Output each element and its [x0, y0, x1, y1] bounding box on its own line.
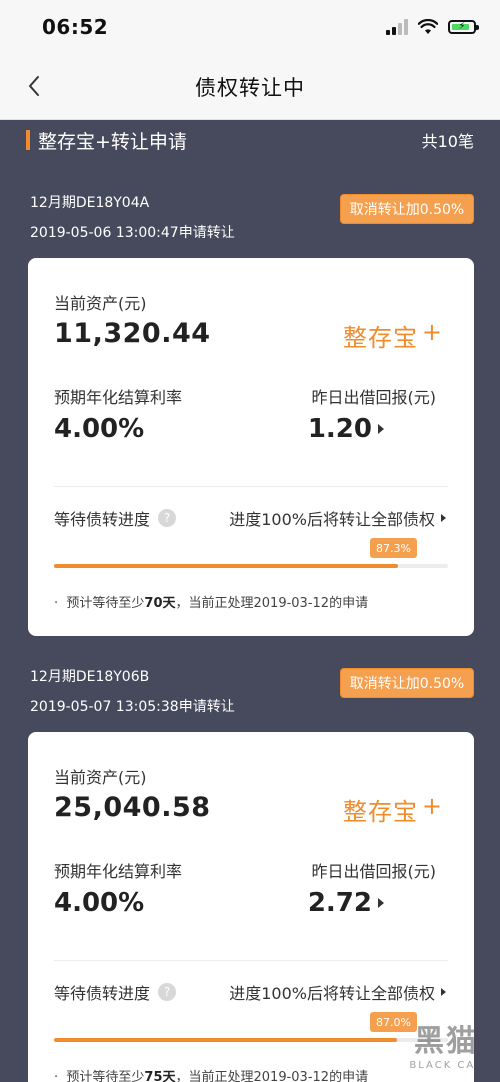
progress-label-row: 等待债转进度 ?	[54, 506, 177, 530]
progress-track	[54, 564, 448, 568]
rate-label: 预期年化结算利率	[54, 862, 183, 881]
progress-label: 等待债转进度	[54, 984, 151, 1003]
wait-note: · 预计等待至少75天，当前正处理2019-03-12的申请	[54, 1066, 368, 1082]
item-date: 2019-05-06 13:00:47申请转让	[30, 225, 235, 241]
wait-days: 70天	[144, 596, 176, 611]
product-plus: +	[421, 792, 442, 820]
battery-icon: ⚡	[448, 20, 479, 34]
progress-rule-text: 进度100%后将转让全部债权	[229, 510, 435, 529]
status-bar: 06:52 ⚡	[0, 0, 500, 54]
item-date: 2019-05-07 13:05:38申请转让	[30, 699, 235, 715]
asset-value: 25,040.58	[54, 792, 211, 823]
watermark-logo: 黑猫 BLACK CAT	[409, 1023, 483, 1071]
progress-fill	[54, 564, 398, 568]
progress-percent-tag: 87.3%	[370, 538, 417, 558]
asset-label: 当前资产(元)	[54, 768, 147, 787]
yesterday-return-link[interactable]: 2.72	[308, 888, 384, 918]
progress-fill	[54, 1038, 397, 1042]
section-count: 共10笔	[421, 132, 474, 151]
divider	[54, 960, 448, 961]
back-button[interactable]	[20, 72, 48, 100]
item-code: 12月期DE18Y04A	[30, 195, 150, 211]
caret-right-icon	[378, 898, 384, 908]
status-icons: ⚡	[386, 19, 479, 35]
transfer-card[interactable]: 当前资产(元) 11,320.44 整存宝 + 预期年化结算利率 4.00% 昨…	[28, 258, 474, 636]
status-time: 06:52	[42, 15, 109, 39]
asset-value: 11,320.44	[54, 318, 211, 349]
progress-track	[54, 1038, 448, 1042]
item-header: 12月期DE18Y04A 2019-05-06 13:00:47申请转让 取消转…	[0, 192, 500, 252]
item-code: 12月期DE18Y06B	[30, 669, 150, 685]
caret-right-icon	[441, 514, 446, 522]
page-title: 债权转让中	[195, 75, 305, 100]
chevron-left-icon	[29, 76, 39, 96]
yesterday-return-link[interactable]: 1.20	[308, 414, 384, 444]
progress-label-row: 等待债转进度 ?	[54, 980, 177, 1004]
product-name: 整存宝	[343, 798, 418, 826]
rate-value: 4.00%	[54, 888, 145, 918]
item-header: 12月期DE18Y06B 2019-05-07 13:05:38申请转让 取消转…	[0, 666, 500, 726]
wifi-icon	[418, 19, 438, 34]
progress-rule-link[interactable]: 进度100%后将转让全部债权	[229, 506, 446, 530]
question-icon[interactable]: ?	[158, 509, 177, 527]
product-plus: +	[421, 318, 442, 346]
progress-label: 等待债转进度	[54, 510, 151, 529]
rate-value: 4.00%	[54, 414, 145, 444]
wait-days: 75天	[144, 1070, 176, 1082]
caret-right-icon	[441, 988, 446, 996]
rate-label: 预期年化结算利率	[54, 388, 183, 407]
section-header: 整存宝+转让申请 共10笔	[0, 120, 500, 160]
caret-right-icon	[378, 424, 384, 434]
progress-rule-link[interactable]: 进度100%后将转让全部债权	[229, 980, 446, 1004]
yesterday-return-label: 昨日出借回报(元)	[311, 388, 437, 407]
yesterday-return-label: 昨日出借回报(元)	[311, 862, 437, 881]
signal-icon	[386, 19, 408, 35]
asset-label: 当前资产(元)	[54, 294, 147, 313]
progress-rule-text: 进度100%后将转让全部债权	[229, 984, 435, 1003]
section-title: 整存宝+转让申请	[38, 130, 187, 153]
cancel-transfer-button[interactable]: 取消转让加0.50%	[340, 668, 474, 698]
section-accent-bar	[26, 130, 30, 150]
yesterday-return-value: 2.72	[307, 888, 372, 918]
product-name: 整存宝	[343, 324, 418, 352]
cancel-transfer-button[interactable]: 取消转让加0.50%	[340, 194, 474, 224]
yesterday-return-value: 1.20	[307, 414, 372, 444]
question-icon[interactable]: ?	[158, 983, 177, 1001]
nav-bar: 债权转让中	[0, 54, 500, 120]
wait-note: · 预计等待至少70天，当前正处理2019-03-12的申请	[54, 596, 369, 611]
divider	[54, 486, 448, 487]
